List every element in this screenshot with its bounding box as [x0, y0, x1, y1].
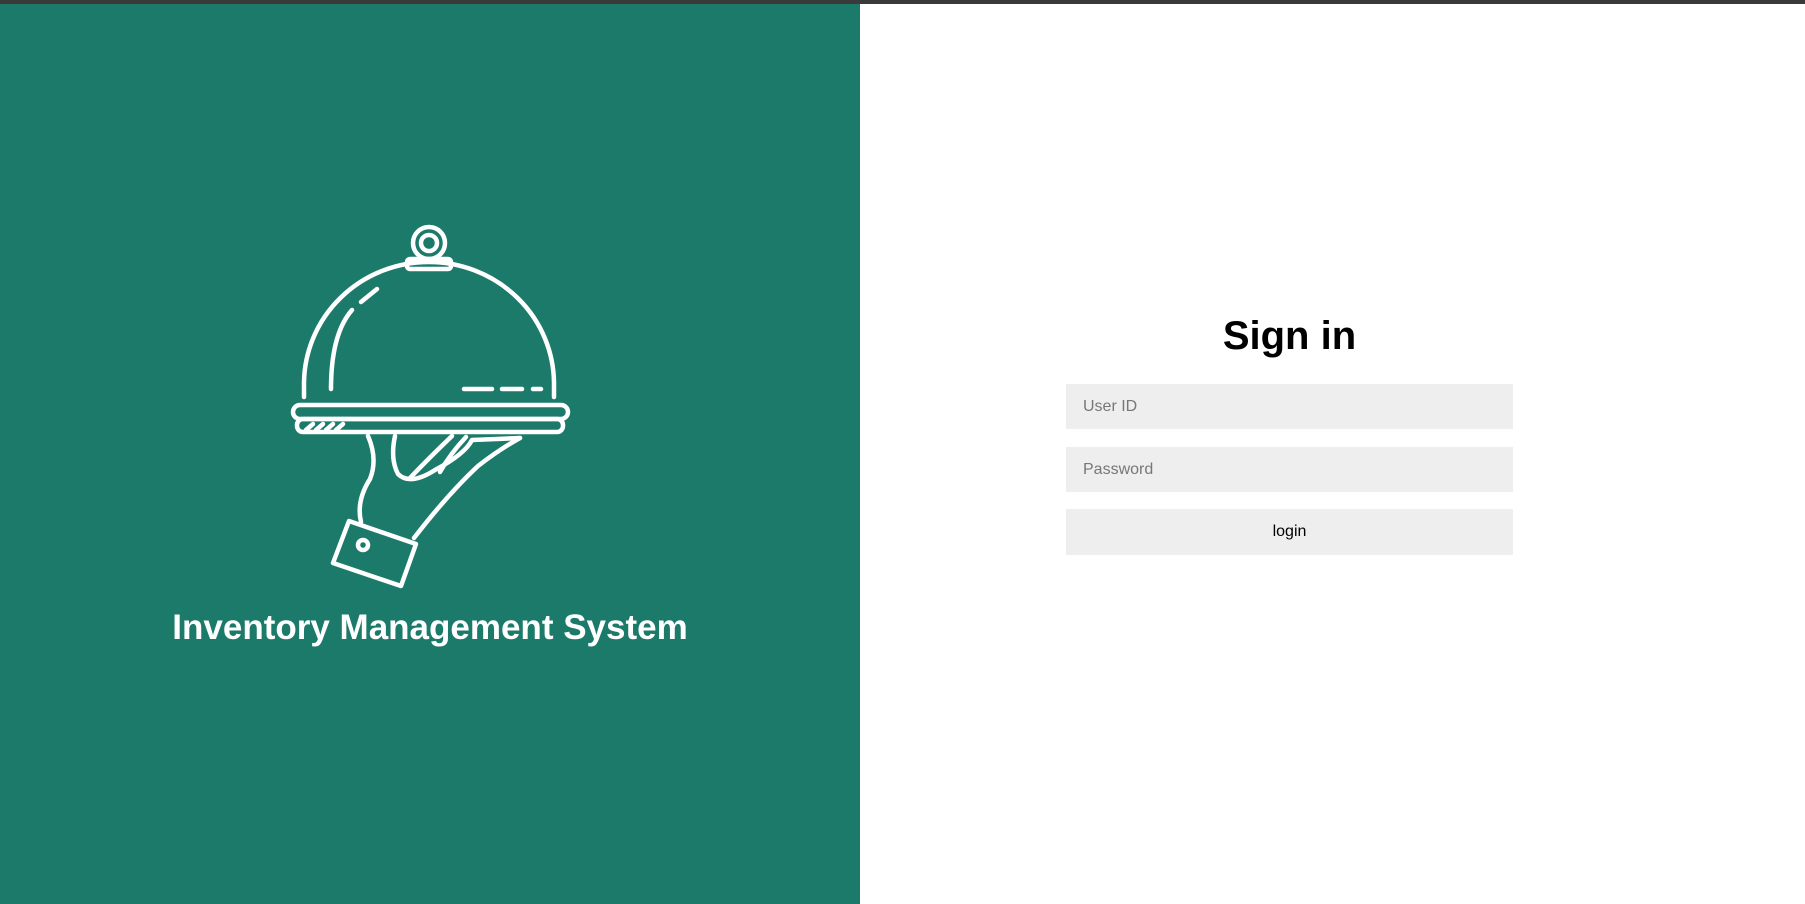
login-button[interactable]: login — [1066, 509, 1513, 555]
app-title: Inventory Management System — [172, 608, 688, 647]
password-input[interactable] — [1066, 447, 1513, 492]
user-id-input[interactable] — [1066, 384, 1513, 429]
serving-cloche-hand-icon — [290, 224, 571, 589]
signin-title: Sign in — [1222, 314, 1357, 358]
brand-panel: Inventory Management System — [0, 4, 860, 904]
